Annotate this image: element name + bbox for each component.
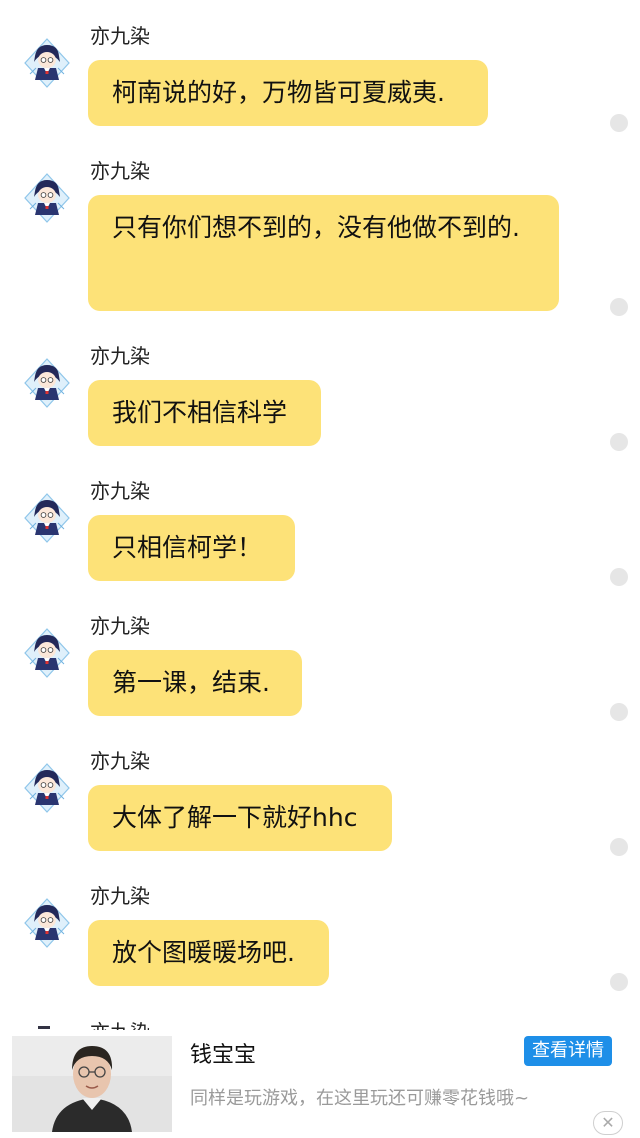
avatar[interactable] (24, 173, 70, 223)
avatar[interactable] (24, 763, 70, 813)
message-bubble[interactable]: 我们不相信科学 (88, 380, 321, 446)
avatar[interactable] (24, 493, 70, 543)
sender-name: 亦九染 (90, 749, 150, 773)
message-bubble[interactable]: 放个图暖暖场吧. (88, 920, 329, 986)
read-status-dot (610, 114, 628, 132)
avatar[interactable] (24, 358, 70, 408)
read-status-dot (610, 838, 628, 856)
sender-name: 亦九染 (90, 884, 150, 908)
message-bubble[interactable]: 只有你们想不到的，没有他做不到的. (88, 195, 559, 311)
read-status-dot (610, 973, 628, 991)
avatar[interactable] (24, 898, 70, 948)
read-status-dot (610, 703, 628, 721)
sender-name: 亦九染 (90, 159, 150, 183)
sender-name: 亦九染 (90, 479, 150, 503)
ad-banner[interactable]: 钱宝宝 查看详情 同样是玩游戏，在这里玩还可赚零花钱哦~ ✕ (0, 1030, 640, 1138)
sender-name: 亦九染 (90, 344, 150, 368)
avatar[interactable] (24, 628, 70, 678)
avatar[interactable] (24, 38, 70, 88)
view-details-button[interactable]: 查看详情 (524, 1036, 612, 1066)
close-icon[interactable]: ✕ (593, 1111, 623, 1135)
read-status-dot (610, 298, 628, 316)
sender-name: 亦九染 (90, 24, 150, 48)
message-bubble[interactable]: 大体了解一下就好hhc (88, 785, 392, 851)
ad-description: 同样是玩游戏，在这里玩还可赚零花钱哦~ (190, 1088, 530, 1109)
sender-name: 亦九染 (90, 614, 150, 638)
ad-title: 钱宝宝 (190, 1043, 257, 1068)
avatar (38, 1026, 50, 1029)
message-bubble[interactable]: 柯南说的好，万物皆可夏威夷. (88, 60, 488, 126)
read-status-dot (610, 568, 628, 586)
message-bubble[interactable]: 只相信柯学！ (88, 515, 295, 581)
ad-image[interactable] (12, 1036, 172, 1132)
read-status-dot (610, 433, 628, 451)
message-bubble[interactable]: 第一课，结束. (88, 650, 302, 716)
